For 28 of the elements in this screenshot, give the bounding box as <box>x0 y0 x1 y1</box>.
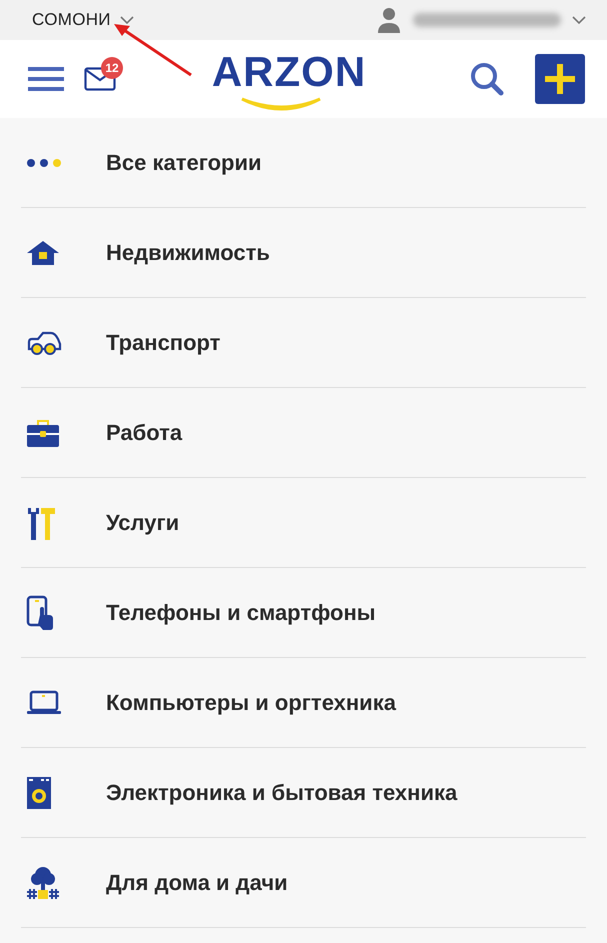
add-button[interactable] <box>535 54 585 104</box>
category-item[interactable]: Транспорт <box>106 330 220 356</box>
chevron-down-icon[interactable] <box>571 15 587 25</box>
car-icon <box>26 330 62 354</box>
category-item[interactable]: Компьютеры и оргтехника <box>106 690 396 716</box>
category-item[interactable]: Недвижимость <box>106 240 270 266</box>
category-item[interactable]: Для дома и дачи <box>106 870 288 896</box>
smile-swoosh-icon <box>240 96 322 112</box>
category-item[interactable]: Телефоны и смартфоны <box>106 600 376 626</box>
menu-icon[interactable] <box>28 66 64 92</box>
category-item[interactable]: Электроника и бытовая техника <box>106 780 458 806</box>
washing-machine-icon <box>26 776 52 810</box>
tools-icon <box>26 506 56 540</box>
house-icon <box>26 240 60 266</box>
currency-selector[interactable]: СОМОНИ <box>32 10 111 30</box>
laptop-icon <box>26 690 62 716</box>
chevron-down-icon[interactable] <box>118 15 135 25</box>
smartphone-icon <box>26 594 56 630</box>
briefcase-icon <box>26 418 60 448</box>
category-item[interactable]: Работа <box>106 420 182 446</box>
category-item[interactable]: Услуги <box>106 510 180 536</box>
category-item[interactable]: Все категории <box>106 150 262 176</box>
logo[interactable]: ARZON <box>212 48 366 96</box>
search-icon[interactable] <box>469 61 505 97</box>
tree-icon <box>26 864 60 900</box>
user-icon[interactable] <box>377 7 401 33</box>
unread-count-badge: 12 <box>101 57 123 79</box>
plus-icon <box>545 64 575 94</box>
